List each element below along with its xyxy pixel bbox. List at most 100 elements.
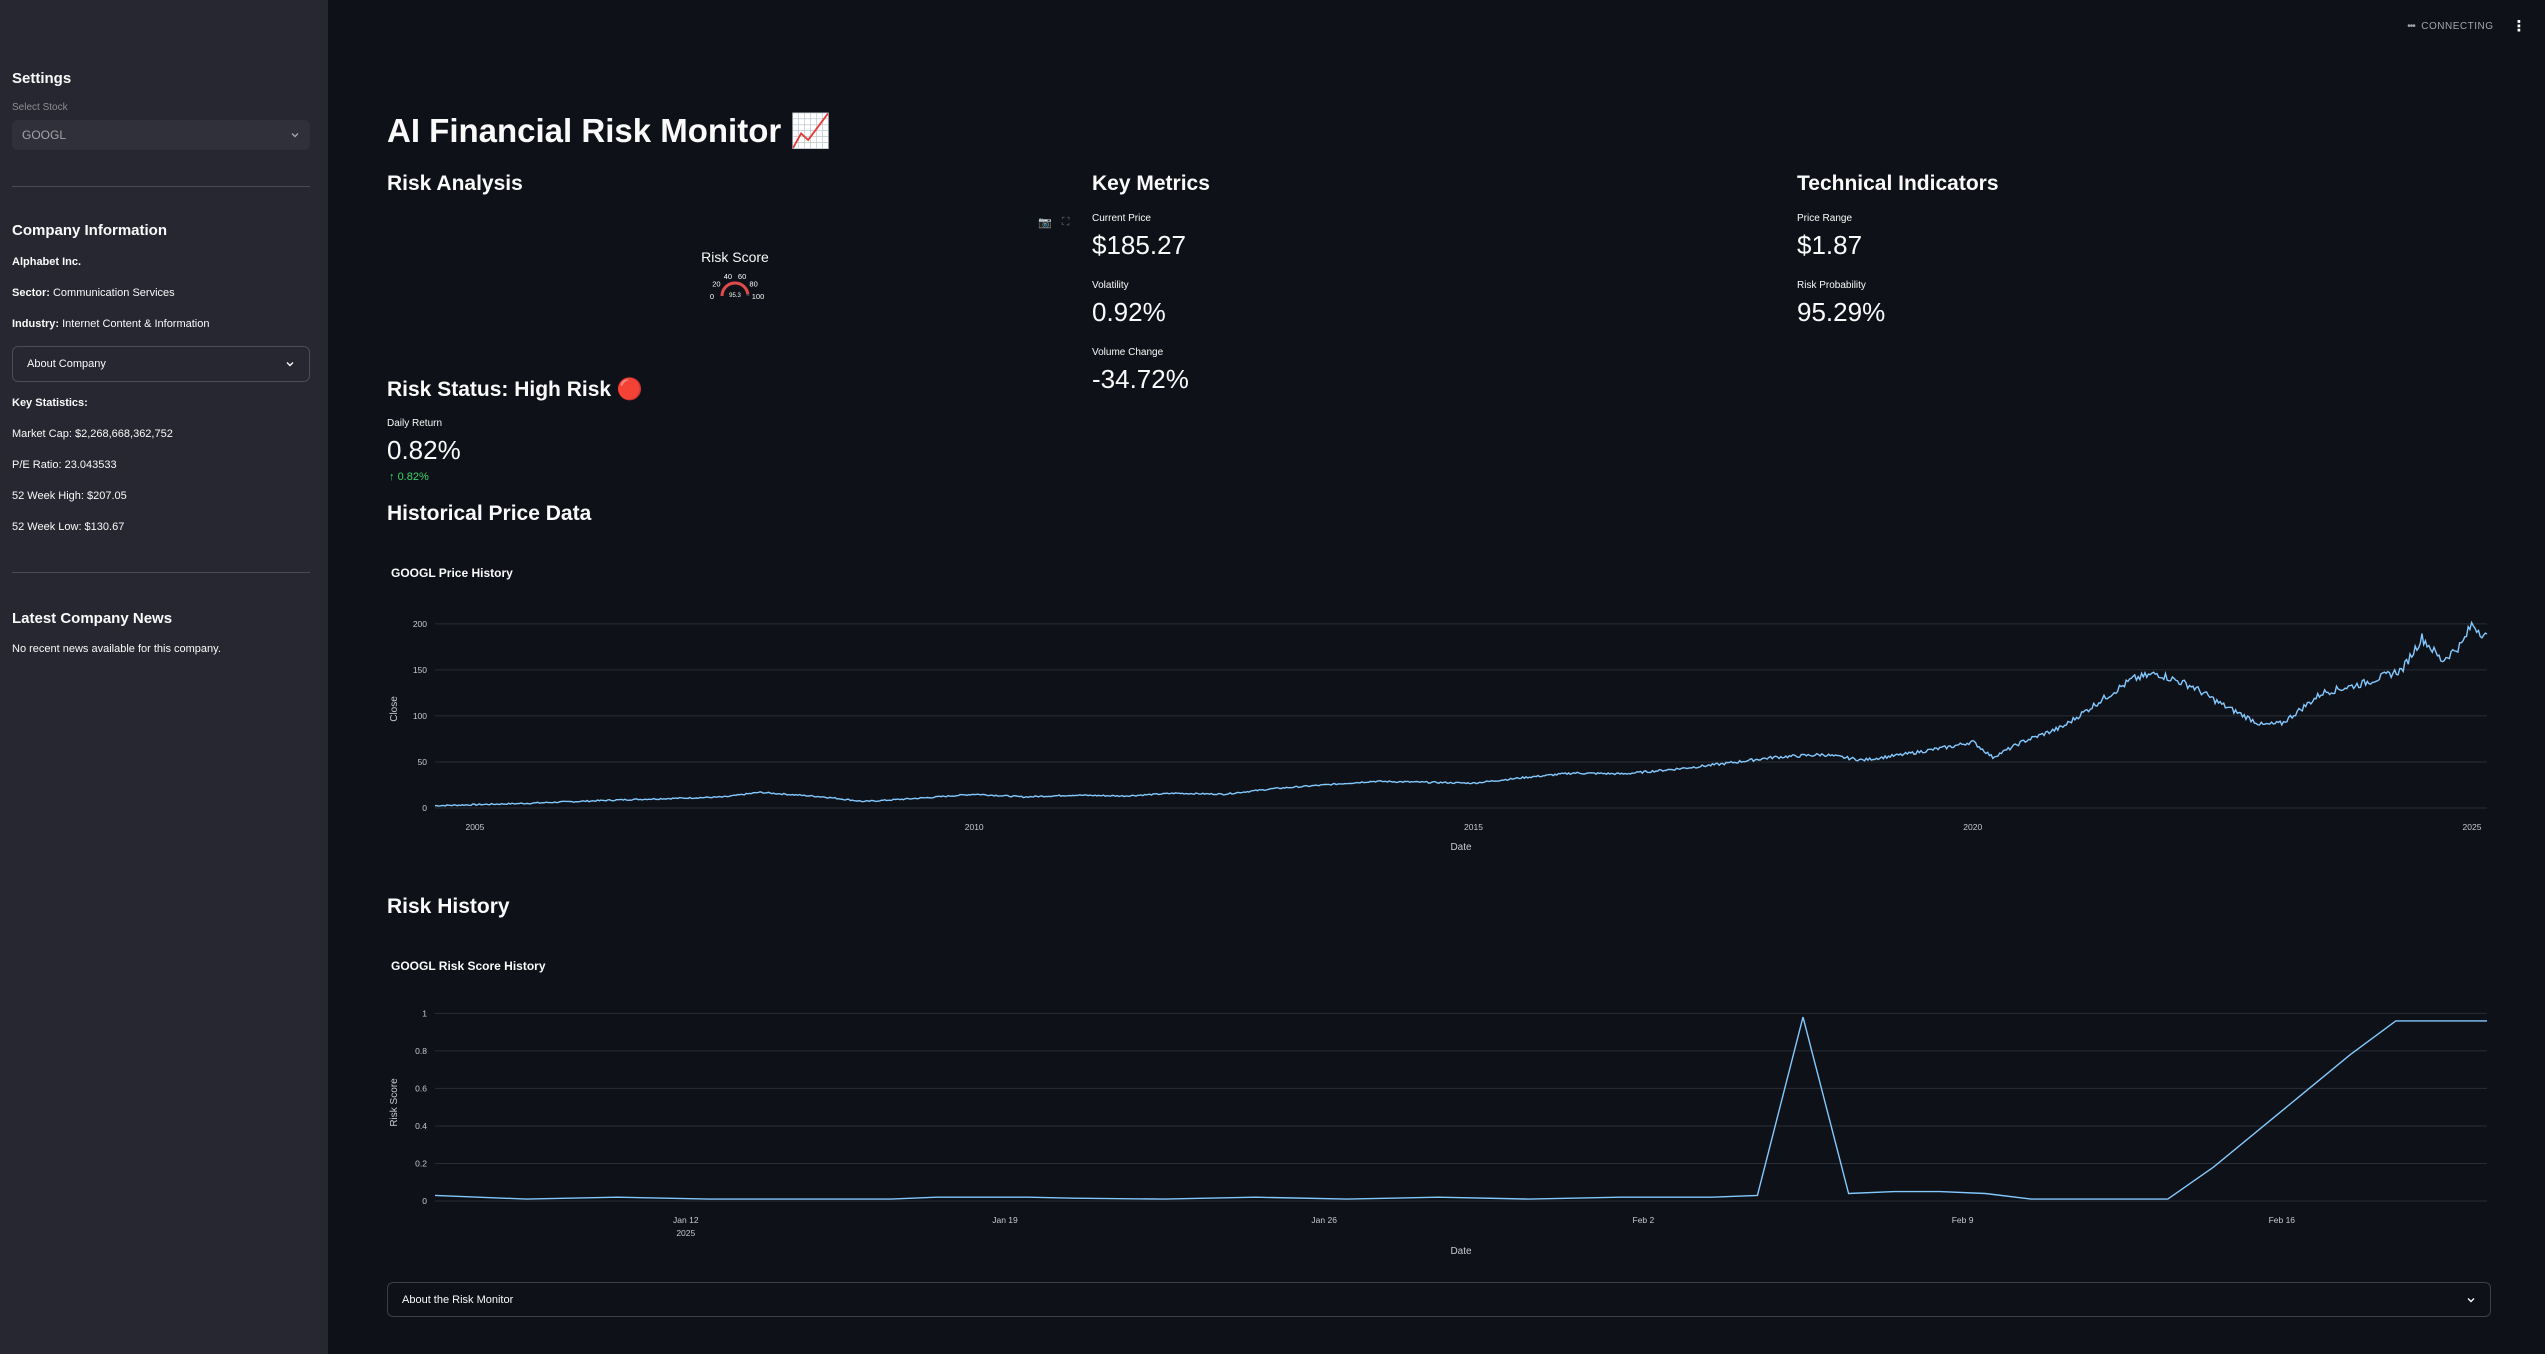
y-tick-label: 200	[413, 619, 427, 629]
risk-score-history-chart[interactable]: 0 0.2 0.4 0.6 0.8 1 Jan 12 2025 Jan 19 Jan 26 Feb …	[387, 996, 2491, 1264]
connection-status-text: CONNECTING	[2421, 20, 2494, 32]
series-line	[434, 1016, 2487, 1200]
stock-select-value: GOOGL	[22, 128, 67, 142]
about-company-expander[interactable]: About Company	[12, 346, 310, 382]
y-tick-label: 1	[422, 1008, 427, 1018]
risk-analysis-heading: Risk Analysis	[387, 172, 523, 195]
about-risk-monitor-expander[interactable]: About the Risk Monitor	[387, 1282, 2491, 1317]
about-company-label: About Company	[27, 358, 106, 370]
x-tick-label: Feb 2	[1633, 1215, 1655, 1225]
chevron-down-icon	[2467, 1297, 2475, 1302]
daily-return-delta: ↑ 0.82%	[389, 471, 429, 483]
chevron-down-icon	[291, 133, 299, 138]
fullscreen-icon[interactable]: ⛶	[1062, 216, 1070, 229]
price-chart-title: GOOGL Price History	[391, 566, 513, 580]
week-low: 52 Week Low: $130.67	[12, 521, 125, 533]
x-tick-label: 2005	[465, 822, 484, 832]
dots-icon: •••	[2407, 20, 2415, 32]
daily-return-value: 0.82%	[387, 435, 461, 465]
current-price-label: Current Price	[1092, 213, 1151, 224]
camera-icon[interactable]: 📷	[1038, 216, 1052, 229]
divider	[12, 186, 310, 187]
chevron-down-icon	[286, 362, 294, 367]
risk-probability-value: 95.29%	[1797, 297, 1886, 327]
select-stock-label: Select Stock	[12, 102, 68, 113]
stock-select[interactable]: GOOGL	[12, 120, 310, 150]
y-tick-label: 100	[413, 711, 427, 721]
sector-value: Communication Services	[52, 287, 175, 299]
x-tick-label: Feb 9	[1952, 1215, 1974, 1225]
gauge-tick-label: 0	[710, 292, 714, 301]
y-tick-label: 0.2	[415, 1158, 427, 1168]
y-tick-label: 0.4	[415, 1121, 427, 1131]
x-tick-label: 2025	[2463, 822, 2482, 832]
sidebar: Settings Select Stock GOOGL Company Info…	[0, 0, 328, 1354]
sector-line: Sector: Communication Services	[12, 287, 175, 299]
risk-history-heading: Risk History	[387, 895, 510, 918]
x-tick-sublabel: 2025	[676, 1228, 695, 1238]
industry-value: Internet Content & Information	[62, 318, 210, 330]
gauge-tick-label: 100	[752, 292, 765, 301]
x-axis-label: Date	[1450, 1246, 1472, 1257]
sector-label: Sector:	[12, 287, 50, 299]
gauge-value-label: 95.3	[729, 293, 741, 299]
risk-score-gauge: Risk Score 95.3 0 20 40 6080 100	[701, 249, 769, 301]
volume-change-value: -34.72%	[1092, 364, 1189, 394]
gauge-tick-label: 60	[738, 272, 746, 281]
y-tick-label: 50	[418, 757, 428, 767]
daily-return-delta-text: 0.82%	[397, 471, 429, 483]
settings-heading: Settings	[12, 70, 72, 87]
x-axis-label: Date	[1450, 842, 1472, 853]
connection-status: ••• CONNECTING	[2407, 21, 2493, 32]
company-info-heading: Company Information	[12, 222, 168, 239]
gauge-title: Risk Score	[701, 249, 769, 265]
pe-ratio: P/E Ratio: 23.043533	[12, 459, 117, 471]
divider	[12, 572, 310, 573]
market-cap: Market Cap: $2,268,668,362,752	[12, 428, 173, 440]
volatility-label: Volatility	[1092, 280, 1129, 291]
series-line	[434, 620, 2488, 807]
risk-chart-title: GOOGL Risk Score History	[391, 959, 546, 973]
chart-modebar: 📷 ⛶	[1038, 216, 1069, 229]
price-range-label: Price Range	[1797, 213, 1853, 224]
technical-indicators-heading: Technical Indicators	[1797, 172, 1999, 195]
company-name: Alphabet Inc.	[12, 256, 82, 268]
x-tick-label: 2015	[1464, 822, 1483, 832]
industry-label: Industry:	[12, 318, 60, 330]
risk-probability-label: Risk Probability	[1797, 280, 1866, 291]
current-price-value: $185.27	[1092, 230, 1186, 260]
key-metrics-heading: Key Metrics	[1092, 172, 1210, 195]
y-axis-label: Close	[389, 696, 400, 722]
main-menu-icon[interactable]: ⋮	[2512, 17, 2528, 35]
industry-line: Industry: Internet Content & Information	[12, 318, 210, 330]
price-history-chart[interactable]: 0 50 100 150 200 2005 2010 2015 2020 2025 Date Clos…	[387, 600, 2491, 860]
price-range-value: $1.87	[1797, 230, 1863, 260]
about-risk-monitor-label: About the Risk Monitor	[402, 1293, 514, 1306]
y-tick-label: 0	[422, 1196, 427, 1206]
status-bar: ••• CONNECTING ⋮	[2407, 17, 2527, 35]
risk-status-heading: Risk Status: High Risk 🔴	[387, 378, 644, 401]
week-high: 52 Week High: $207.05	[12, 490, 127, 502]
volatility-value: 0.92%	[1092, 297, 1166, 327]
x-tick-label: 2010	[965, 822, 984, 832]
gauge-tick-label: 80	[749, 280, 757, 289]
y-axis-label: Risk Score	[389, 1078, 400, 1127]
y-tick-label: 0.8	[415, 1046, 427, 1056]
news-text: No recent news available for this compan…	[12, 643, 221, 655]
historical-price-heading: Historical Price Data	[387, 502, 592, 525]
daily-return-label: Daily Return	[387, 418, 443, 429]
volume-change-label: Volume Change	[1092, 347, 1164, 358]
news-heading: Latest Company News	[12, 610, 173, 627]
key-stats-heading: Key Statistics:	[12, 397, 88, 409]
x-tick-label: Jan 26	[1311, 1215, 1337, 1225]
y-tick-label: 0	[422, 803, 427, 813]
y-tick-label: 0.6	[415, 1083, 427, 1093]
x-tick-label: Jan 12	[673, 1215, 699, 1225]
x-tick-label: 2020	[1963, 822, 1982, 832]
x-tick-label: Jan 19	[992, 1215, 1018, 1225]
y-tick-label: 150	[413, 665, 427, 675]
x-tick-label: Feb 16	[2269, 1215, 2296, 1225]
gauge-tick-label: 40	[724, 272, 732, 281]
arrow-up-icon: ↑	[389, 471, 395, 483]
gauge-tick-label: 20	[712, 280, 720, 289]
